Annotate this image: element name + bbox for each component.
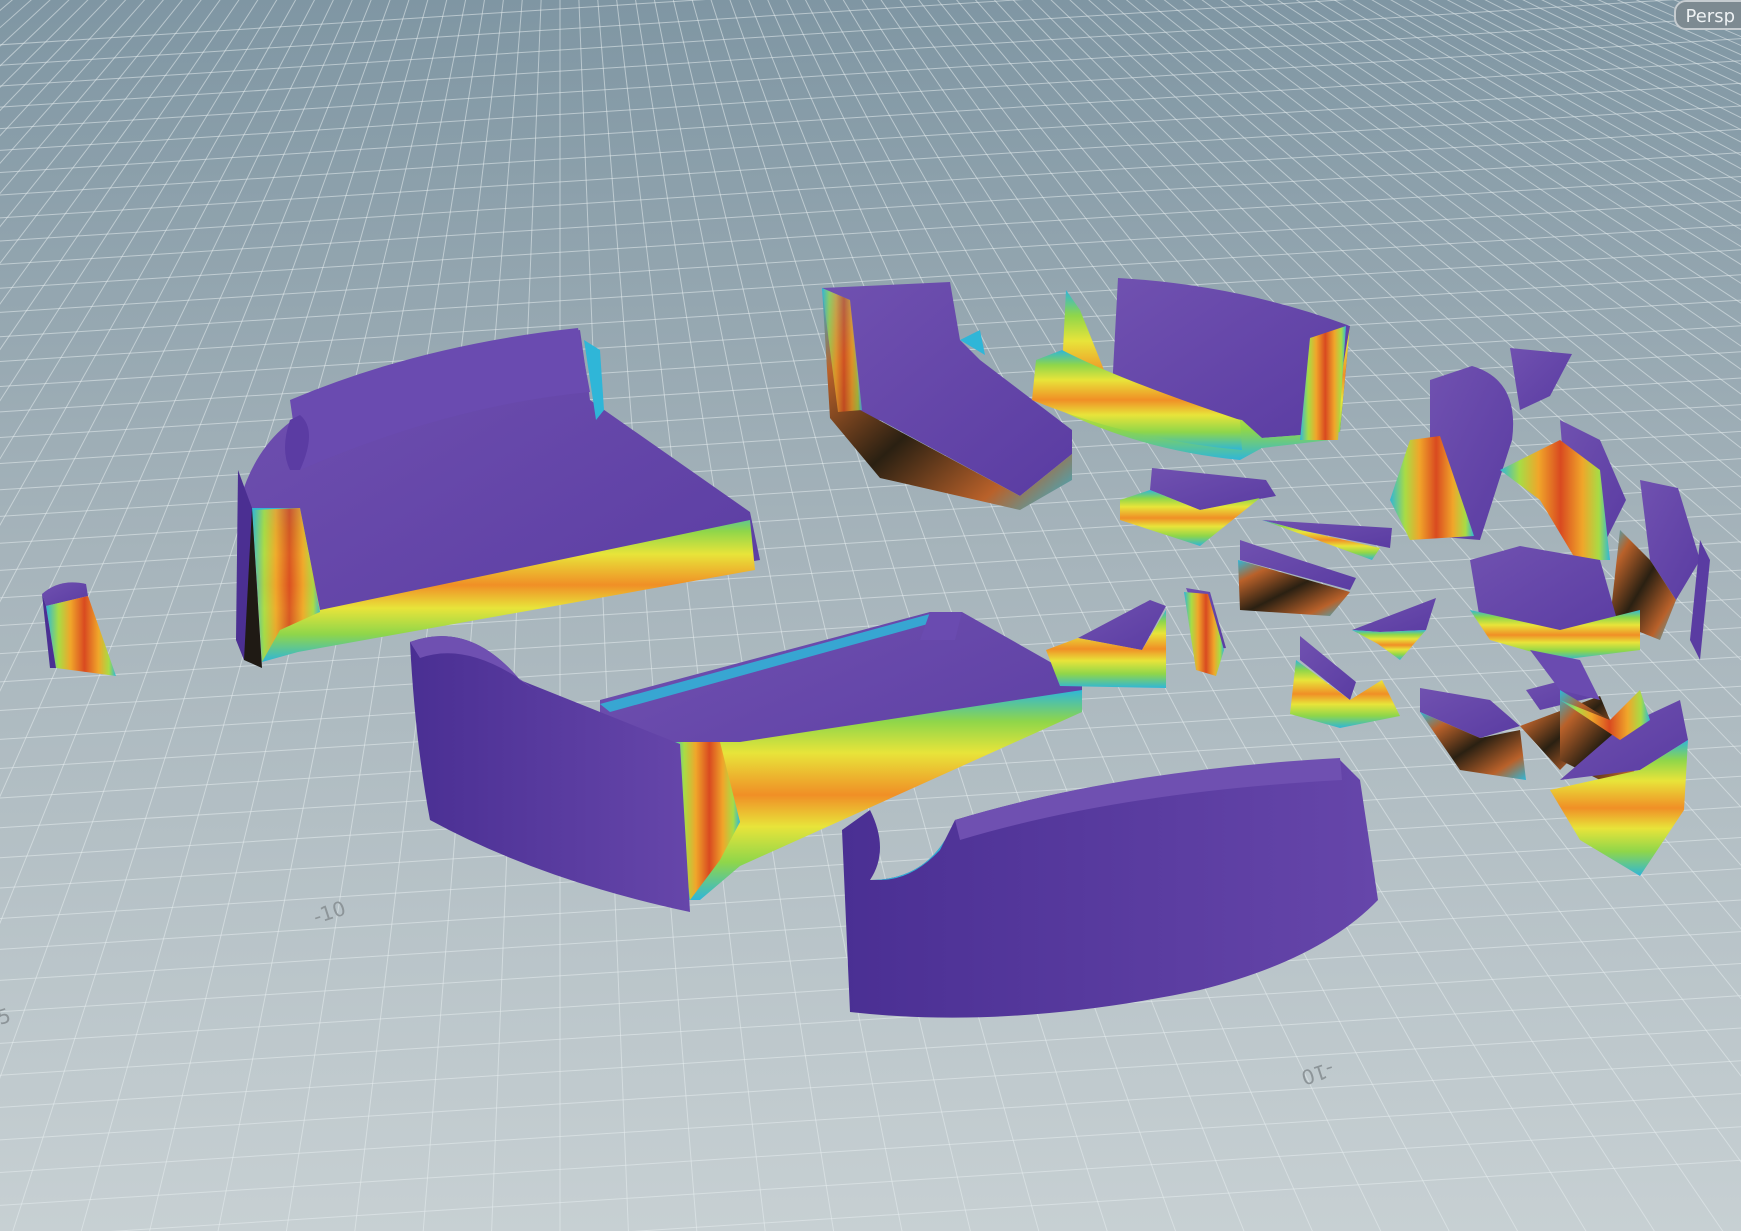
3d-viewport[interactable]: -10 5 -10 Persp bbox=[0, 0, 1741, 1231]
camera-view-menu[interactable]: Persp bbox=[1673, 0, 1741, 30]
scene-canvas[interactable]: -10 5 -10 bbox=[0, 0, 1741, 1231]
